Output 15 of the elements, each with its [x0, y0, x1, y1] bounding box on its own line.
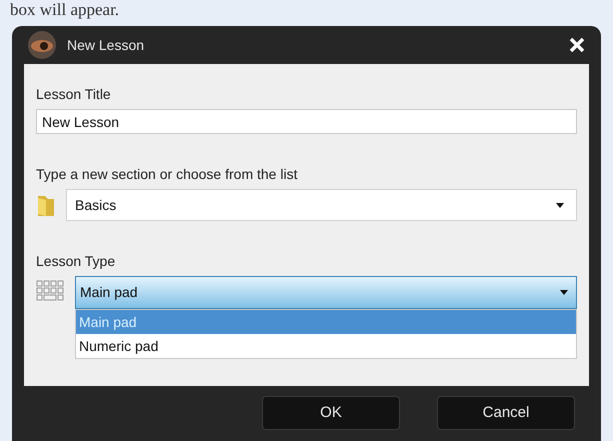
dropdown-option[interactable]: Numeric pad [76, 334, 576, 358]
close-icon[interactable] [569, 37, 585, 53]
section-dropdown[interactable]: Basics [66, 189, 577, 221]
eye-logo-icon [27, 30, 57, 60]
field-label: Lesson Type [36, 252, 116, 271]
window-title: New Lesson [67, 36, 144, 54]
lesson-title-field[interactable]: New Lesson [36, 109, 577, 134]
field-label: Type a new section or choose from the list [36, 165, 298, 184]
dropdown-caret-icon [556, 202, 564, 208]
lesson-type-dropdown[interactable]: Main pad [75, 276, 577, 309]
dialog-button[interactable]: Cancel [437, 396, 575, 430]
field-label: Lesson Title [36, 85, 112, 104]
page-text: box will appear. [9, 0, 120, 21]
dialog-button[interactable]: OK [262, 396, 400, 430]
dropdown-caret-icon [560, 290, 568, 295]
